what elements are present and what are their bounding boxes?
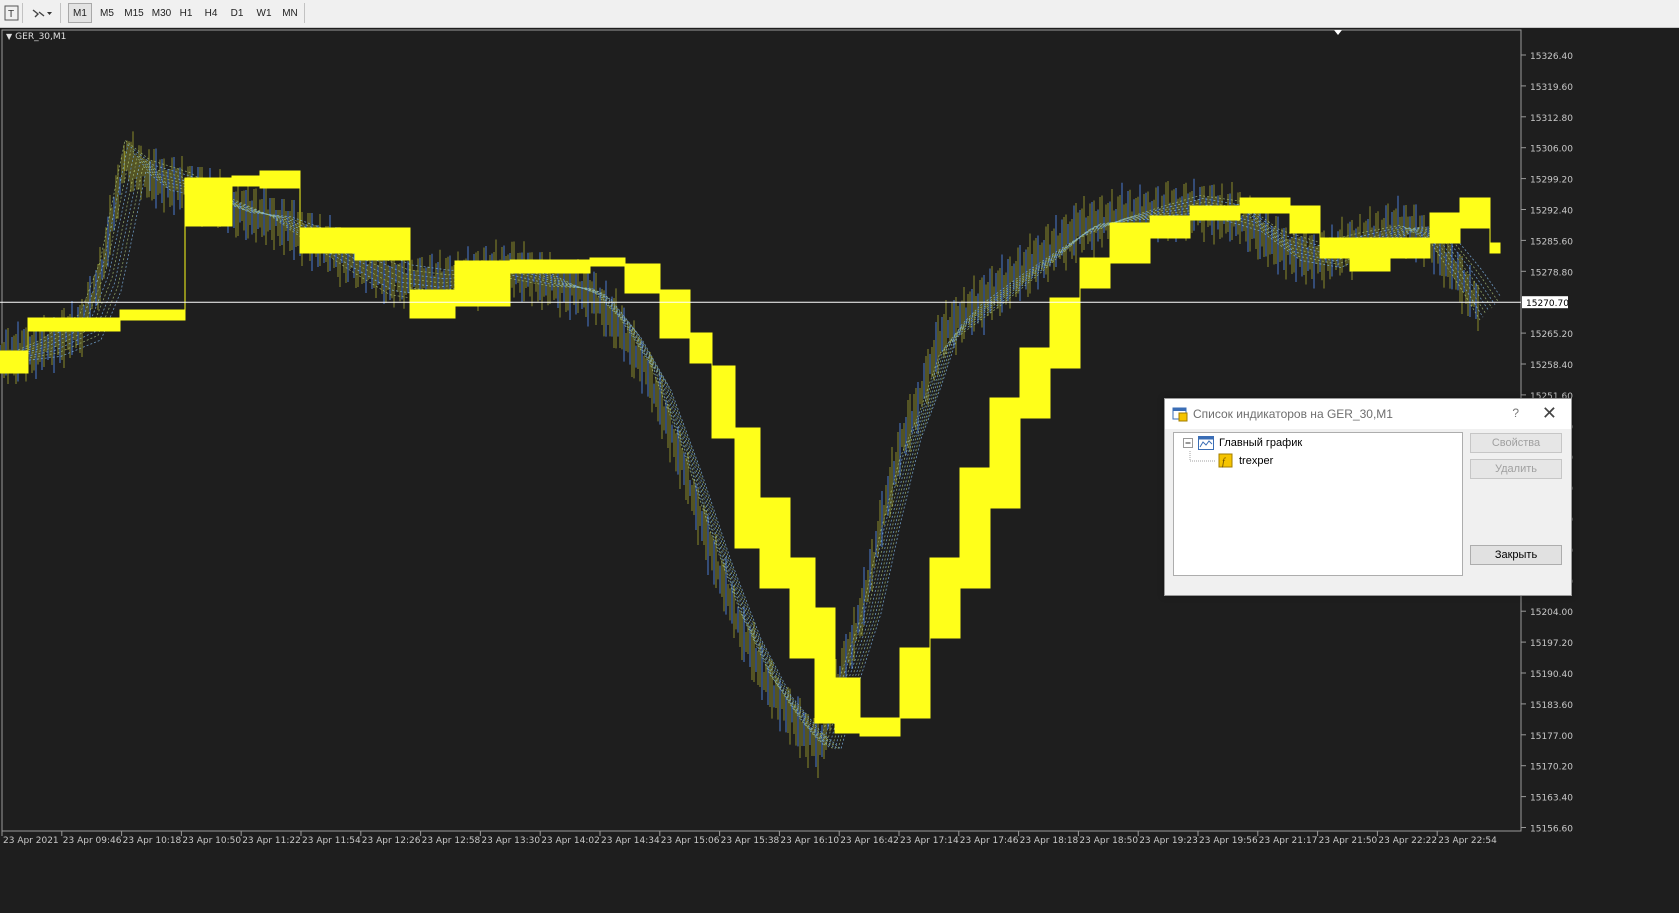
time-axis-label: 23 Apr 14:34 (601, 836, 660, 846)
time-axis-label: 23 Apr 18:18 (1020, 836, 1079, 846)
time-axis-label: 23 Apr 12:26 (362, 836, 421, 846)
toolbar-separator (60, 3, 61, 23)
time-axis-label: 23 Apr 10:18 (123, 836, 182, 846)
time-axis-label: 23 Apr 13:30 (481, 836, 540, 846)
time-axis-label: 23 Apr 11:22 (242, 836, 301, 846)
help-button[interactable]: ? (1512, 406, 1519, 420)
tree-label-indicator: trexper (1239, 455, 1274, 467)
toolbar: T M1 M5 M15 M30 H1 H4 D1 W1 MN (0, 0, 1679, 28)
time-axis-label: 23 Apr 21:50 (1319, 836, 1378, 846)
price-axis-label: 15299.20 (1530, 176, 1573, 186)
price-axis-label: 15183.60 (1530, 701, 1573, 711)
tree-connector-lines (1189, 451, 1216, 462)
collapse-triangle-icon[interactable]: ▼ (6, 32, 12, 41)
chart-window-icon (1198, 436, 1214, 450)
tree-label-main-chart: Главный график (1219, 437, 1303, 449)
text-tool-icon[interactable]: T (4, 4, 20, 22)
time-axis-label: 23 Apr 21:17 (1259, 836, 1318, 846)
time-axis-label: 23 Apr 19:56 (1199, 836, 1258, 846)
tree-item-main-chart[interactable]: Главный график (1182, 436, 1302, 450)
price-axis-label: 15326.40 (1530, 52, 1573, 62)
tree-item-indicator[interactable]: f trexper (1218, 453, 1273, 469)
indicators-list-dialog: Список индикаторов на GER_30,M1 ? ✕ Глав… (1164, 398, 1572, 596)
time-axis-label: 23 Apr 18:50 (1079, 836, 1138, 846)
custom-indicator-icon: f (1218, 453, 1233, 468)
properties-button[interactable]: Свойства (1470, 433, 1562, 453)
timeframe-m15-button[interactable]: M15 (121, 3, 147, 23)
dialog-titlebar[interactable]: Список индикаторов на GER_30,M1 (1165, 399, 1571, 429)
price-axis-label: 15177.00 (1530, 732, 1573, 742)
price-axis-label: 15306.00 (1530, 145, 1573, 155)
time-axis-label: 23 Apr 12:58 (422, 836, 481, 846)
indicators-window-icon (1172, 407, 1188, 422)
time-axis-label: 23 Apr 16:42 (840, 836, 899, 846)
timeframe-m1-button[interactable]: M1 (68, 3, 92, 23)
price-axis-label: 15156.60 (1530, 825, 1573, 835)
toolbar-separator (304, 3, 305, 23)
time-axis-label: 23 Apr 10:50 (182, 836, 241, 846)
time-axis-label: 23 Apr 22:22 (1378, 836, 1437, 846)
price-axis-label: 15190.40 (1530, 670, 1573, 680)
timeframe-mn-button[interactable]: MN (279, 3, 301, 23)
chart-shift-marker (1334, 30, 1342, 35)
toolbar-separator (22, 3, 23, 23)
price-axis-label: 15265.20 (1530, 330, 1573, 340)
price-axis-label: 15170.20 (1530, 763, 1573, 773)
objects-menu-icon[interactable] (30, 4, 54, 22)
price-axis-label: 15312.80 (1530, 114, 1573, 124)
time-axis-label: 23 Apr 14:02 (541, 836, 600, 846)
time-axis-label: 23 Apr 17:46 (960, 836, 1019, 846)
time-axis-label: 23 Apr 15:06 (661, 836, 720, 846)
timeframe-w1-button[interactable]: W1 (253, 3, 275, 23)
time-axis-label: 23 Apr 2021 (3, 836, 59, 846)
price-axis-label: 15278.80 (1530, 268, 1573, 278)
dialog-body: Главный график f trexper Свойства Удалит… (1165, 429, 1571, 595)
time-axis-label: 23 Apr 22:54 (1438, 836, 1497, 846)
time-axis-label: 23 Apr 17:14 (900, 836, 959, 846)
collapse-minus-icon[interactable] (1182, 437, 1194, 449)
time-axis-label: 23 Apr 11:54 (302, 836, 361, 846)
price-axis-label: 15163.40 (1530, 794, 1573, 804)
price-axis-label: 15258.40 (1530, 361, 1573, 371)
timeframe-m5-button[interactable]: M5 (95, 3, 119, 23)
time-axis-label: 23 Apr 16:10 (780, 836, 839, 846)
dialog-title: Список индикаторов на GER_30,M1 (1193, 407, 1393, 421)
price-axis-label: 15319.60 (1530, 83, 1573, 93)
timeframe-m30-button[interactable]: M30 (148, 3, 175, 23)
indicator-tree[interactable]: Главный график f trexper (1173, 432, 1463, 576)
time-axis-label: 23 Apr 19:23 (1139, 836, 1198, 846)
timeframe-h4-button[interactable]: H4 (200, 3, 222, 23)
delete-button[interactable]: Удалить (1470, 459, 1562, 479)
current-price-label: 15270.70 (1526, 299, 1569, 309)
price-axis-label: 15285.60 (1530, 237, 1573, 247)
time-axis-label: 23 Apr 15:38 (721, 836, 780, 846)
svg-text:T: T (8, 9, 14, 20)
price-axis-label: 15204.00 (1530, 608, 1573, 618)
timeframe-d1-button[interactable]: D1 (226, 3, 248, 23)
price-axis-label: 15292.40 (1530, 207, 1573, 217)
time-axis-label: 23 Apr 09:46 (63, 836, 122, 846)
price-axis-label: 15197.20 (1530, 639, 1573, 649)
symbol-label: ▼ GER_30,M1 (6, 32, 67, 42)
close-button[interactable]: Закрыть (1470, 545, 1562, 565)
timeframe-h1-button[interactable]: H1 (175, 3, 197, 23)
close-icon[interactable]: ✕ (1542, 403, 1557, 423)
